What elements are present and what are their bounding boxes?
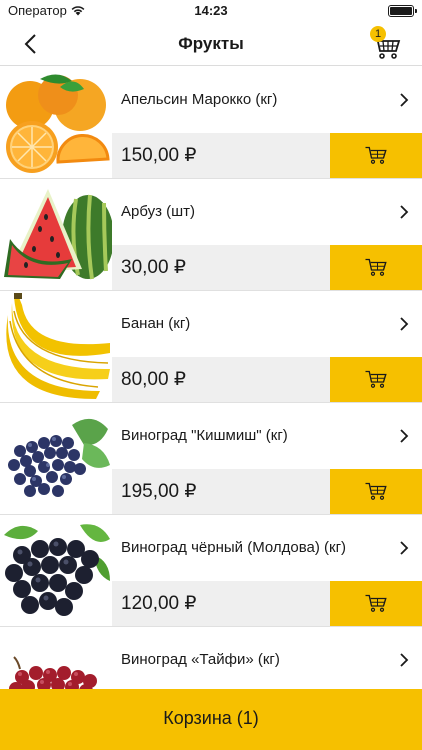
product-image-banana [0, 291, 112, 402]
cart-badge: 1 [370, 26, 386, 42]
chevron-right-icon [400, 205, 409, 219]
product-image-orange [0, 67, 112, 178]
cart-icon [365, 258, 387, 276]
status-bar: Оператор 14:23 [0, 0, 422, 22]
product-image-grapes-blue [0, 403, 112, 514]
chevron-right-icon [400, 541, 409, 555]
status-time: 14:23 [194, 3, 228, 18]
product-name-row[interactable]: Апельсин Марокко (кг) [112, 67, 422, 133]
cart-button[interactable]: 1 [370, 26, 402, 60]
price-field: 30,00 ₽ [112, 245, 330, 290]
add-to-cart-button[interactable] [330, 245, 422, 290]
product-name: Виноград «Тайфи» (кг) [121, 651, 280, 668]
add-to-cart-button[interactable] [330, 469, 422, 514]
product-price: 195,00 ₽ [121, 481, 197, 502]
product-name-row[interactable]: Виноград "Кишмиш" (кг) [112, 403, 422, 469]
product-name-row[interactable]: Виноград «Тайфи» (кг) [112, 627, 422, 689]
chevron-right-icon [400, 653, 409, 667]
cart-summary-button[interactable]: Корзина (1) [0, 689, 422, 750]
battery-icon [388, 5, 417, 17]
product-price: 150,00 ₽ [121, 145, 197, 166]
page-title: Фрукты [178, 34, 244, 53]
product-item: Виноград «Тайфи» (кг) [0, 627, 422, 689]
product-price: 80,00 ₽ [121, 369, 186, 390]
product-image-grapes-black [0, 515, 112, 626]
cart-icon [365, 594, 387, 612]
product-name-row[interactable]: Арбуз (шт) [112, 179, 422, 245]
product-price: 30,00 ₽ [121, 257, 186, 278]
add-to-cart-button[interactable] [330, 581, 422, 626]
price-field: 120,00 ₽ [112, 581, 330, 626]
price-field: 80,00 ₽ [112, 357, 330, 402]
product-name: Банан (кг) [121, 315, 191, 332]
product-item: Апельсин Марокко (кг) 150,00 ₽ [0, 67, 422, 179]
price-field: 195,00 ₽ [112, 469, 330, 514]
cart-icon [365, 370, 387, 388]
navigation-bar: Фрукты 1 [0, 22, 422, 66]
product-item: Виноград чёрный (Молдова) (кг) 120,00 ₽ [0, 515, 422, 627]
cart-summary-label: Корзина (1) [163, 708, 259, 728]
price-field: 150,00 ₽ [112, 133, 330, 178]
chevron-right-icon [400, 317, 409, 331]
add-to-cart-button[interactable] [330, 133, 422, 178]
product-item: Банан (кг) 80,00 ₽ [0, 291, 422, 403]
product-image-watermelon [0, 179, 112, 290]
product-name-row[interactable]: Виноград чёрный (Молдова) (кг) [112, 515, 422, 581]
product-name-row[interactable]: Банан (кг) [112, 291, 422, 357]
product-image-grapes-red [0, 627, 112, 689]
product-price: 120,00 ₽ [121, 593, 197, 614]
product-name: Апельсин Марокко (кг) [121, 91, 278, 108]
product-item: Арбуз (шт) 30,00 ₽ [0, 179, 422, 291]
product-name: Виноград "Кишмиш" (кг) [121, 427, 288, 444]
product-list: Апельсин Марокко (кг) 150,00 ₽ Арбуз (шт… [0, 67, 422, 689]
product-item: Виноград "Кишмиш" (кг) 195,00 ₽ [0, 403, 422, 515]
cart-icon [365, 482, 387, 500]
add-to-cart-button[interactable] [330, 357, 422, 402]
chevron-right-icon [400, 93, 409, 107]
product-name: Виноград чёрный (Молдова) (кг) [121, 539, 347, 556]
cart-icon [365, 146, 387, 164]
product-name: Арбуз (шт) [121, 203, 196, 220]
chevron-right-icon [400, 429, 409, 443]
